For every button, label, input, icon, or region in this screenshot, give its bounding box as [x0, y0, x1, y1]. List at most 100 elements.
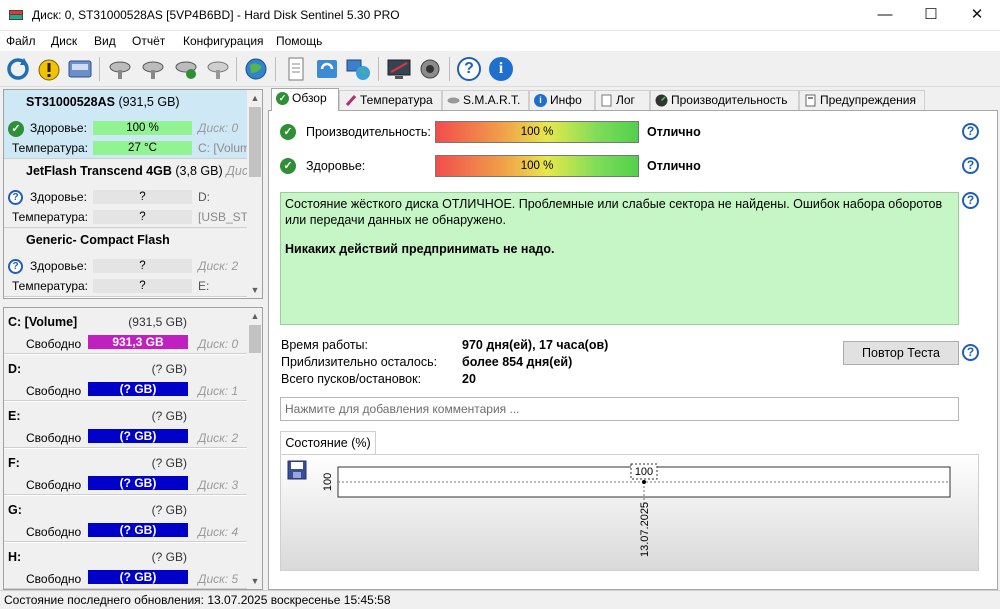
help-icon[interactable]: ? — [962, 157, 979, 174]
performance-ok-icon: ✓ — [280, 124, 296, 140]
volume-card-f[interactable]: F: (? GB) Свободно (? GB) Диск: 3 — [4, 449, 247, 495]
info-icon[interactable]: i — [489, 57, 513, 81]
free-label: Свободно — [26, 431, 82, 445]
volume-name: C: [Volume] — [8, 315, 78, 329]
health-chart-panel: 100 100 13.07.2025 — [280, 454, 979, 571]
disk-card-2[interactable]: Generic- Compact Flash ? Здоровье: ? Дис… — [4, 228, 247, 297]
temperature-value: ? — [93, 279, 192, 293]
uptime-value: 970 дня(ей), 17 часа(ов) — [462, 338, 609, 352]
volume-size: (? GB) — [151, 456, 187, 470]
volume-list-scrollbar[interactable]: ▲ ▼ — [247, 308, 262, 589]
status-action: Никаких действий предпринимать не надо. — [285, 242, 555, 256]
volume-card-g[interactable]: G: (? GB) Свободно (? GB) Диск: 4 — [4, 496, 247, 542]
thermometer-icon — [345, 95, 357, 106]
free-label: Свободно — [26, 337, 82, 351]
disk-card-0[interactable]: ST31000528AS (931,5 GB) ✓ Здоровье: 100 … — [4, 90, 250, 159]
scroll-down-icon[interactable]: ▼ — [247, 573, 262, 589]
free-label: Свободно — [26, 572, 82, 586]
minimize-button[interactable]: — — [862, 0, 908, 31]
volume-name: H: — [8, 550, 22, 564]
report-icon[interactable] — [282, 55, 310, 83]
free-space-bar: (? GB) — [88, 382, 188, 396]
tab-performance[interactable]: Производительность — [650, 90, 799, 110]
maximize-button[interactable]: ☐ — [908, 0, 954, 31]
disk-list-panel: ST31000528AS (931,5 GB) ✓ Здоровье: 100 … — [3, 89, 263, 299]
close-button[interactable]: ✕ — [954, 0, 1000, 31]
health-unknown-icon: ? — [8, 190, 23, 205]
scroll-thumb[interactable] — [249, 107, 261, 177]
free-label: Свободно — [26, 525, 82, 539]
tab-log[interactable]: Лог — [595, 90, 650, 110]
smart-icon — [447, 97, 460, 104]
disk-number: Диск: 5 — [198, 572, 239, 586]
help-icon[interactable]: ? — [962, 192, 979, 209]
data-point — [642, 480, 646, 484]
free-space-bar: (? GB) — [88, 523, 188, 537]
menu-help[interactable]: Помощь — [276, 34, 322, 48]
temperature-label: Температура: — [12, 279, 89, 293]
disk-test-icon-2[interactable] — [139, 55, 167, 83]
disk-number: Диск: 1 — [198, 384, 239, 398]
health-value: 100 % — [93, 121, 192, 135]
network-icon[interactable] — [344, 55, 372, 83]
sync-icon[interactable] — [313, 55, 341, 83]
x-tick-label: 13.07.2025 — [639, 502, 651, 557]
free-label: Свободно — [26, 478, 82, 492]
health-chart: 100 100 13.07.2025 — [322, 463, 951, 557]
globe-icon[interactable] — [242, 55, 270, 83]
alert-icon[interactable] — [35, 55, 63, 83]
menu-report[interactable]: Отчёт — [132, 34, 165, 48]
help-icon[interactable]: ? — [457, 57, 481, 81]
toolbar: ? i — [0, 51, 1000, 87]
help-icon[interactable]: ? — [962, 344, 979, 361]
volume-name: G: — [8, 503, 22, 517]
volume-size: (? GB) — [151, 409, 187, 423]
menu-view[interactable]: Вид — [94, 34, 116, 48]
disk-list-scrollbar[interactable]: ▲ ▼ — [247, 90, 262, 298]
volume-card-h[interactable]: H: (? GB) Свободно (? GB) Диск: 5 — [4, 543, 247, 589]
volume-card-c[interactable]: C: [Volume] (931,5 GB) Свободно 931,3 GB… — [4, 308, 247, 354]
retest-button[interactable]: Повтор Теста — [843, 341, 959, 365]
scroll-thumb[interactable] — [249, 325, 261, 353]
drive-icon[interactable] — [66, 55, 94, 83]
tab-warnings[interactable]: Предупреждения — [799, 90, 925, 110]
scroll-up-icon[interactable]: ▲ — [247, 308, 262, 324]
health-value: ? — [93, 259, 192, 273]
volume-size: (? GB) — [151, 550, 187, 564]
disk-name: Generic- Compact Flash — [26, 233, 170, 247]
volume-name: E: — [8, 409, 21, 423]
health-value: ? — [93, 190, 192, 204]
disk-test-icon-4[interactable] — [204, 55, 232, 83]
menu-configuration[interactable]: Конфигурация — [183, 34, 264, 48]
performance-bar: 100 % — [435, 121, 639, 143]
remaining-label: Приблизительно осталось: — [281, 355, 438, 369]
scroll-down-icon[interactable]: ▼ — [247, 282, 262, 298]
tab-overview[interactable]: ✓ Обзор — [271, 88, 339, 111]
scroll-up-icon[interactable]: ▲ — [247, 90, 262, 106]
temperature-value: ? — [93, 210, 192, 224]
starts-value: 20 — [462, 372, 476, 386]
disk-number: Диск: 2 — [198, 431, 239, 445]
performance-label: Производительность: — [306, 125, 431, 139]
health-status: Отлично — [647, 159, 701, 173]
y-tick-label: 100 — [322, 473, 334, 491]
disk-card-1[interactable]: JetFlash Transcend 4GB (3,8 GB) Диск ? З… — [4, 159, 254, 228]
help-icon[interactable]: ? — [962, 123, 979, 140]
disk-test-icon-3[interactable] — [172, 55, 200, 83]
comment-input[interactable]: Нажмите для добавления комментария ... — [280, 397, 959, 421]
tab-temperature[interactable]: Температура — [339, 90, 442, 110]
chart-tab-health[interactable]: Состояние (%) — [280, 431, 376, 455]
refresh-icon[interactable] — [4, 55, 32, 83]
volume-size: (? GB) — [151, 503, 187, 517]
speaker-icon[interactable] — [416, 55, 444, 83]
volume-card-d[interactable]: D: (? GB) Свободно (? GB) Диск: 1 — [4, 355, 247, 401]
status-bar: Состояние последнего обновления: 13.07.2… — [0, 590, 1000, 609]
tab-smart[interactable]: S.M.A.R.T. — [442, 90, 529, 110]
menu-disk[interactable]: Диск — [51, 34, 77, 48]
volume-card-e[interactable]: E: (? GB) Свободно (? GB) Диск: 2 — [4, 402, 247, 448]
tab-info[interactable]: i Инфо — [529, 90, 595, 110]
monitor-report-icon[interactable] — [385, 55, 413, 83]
disk-test-icon-1[interactable] — [106, 55, 134, 83]
menu-file[interactable]: Файл — [6, 34, 36, 48]
free-space-bar: (? GB) — [88, 429, 188, 443]
